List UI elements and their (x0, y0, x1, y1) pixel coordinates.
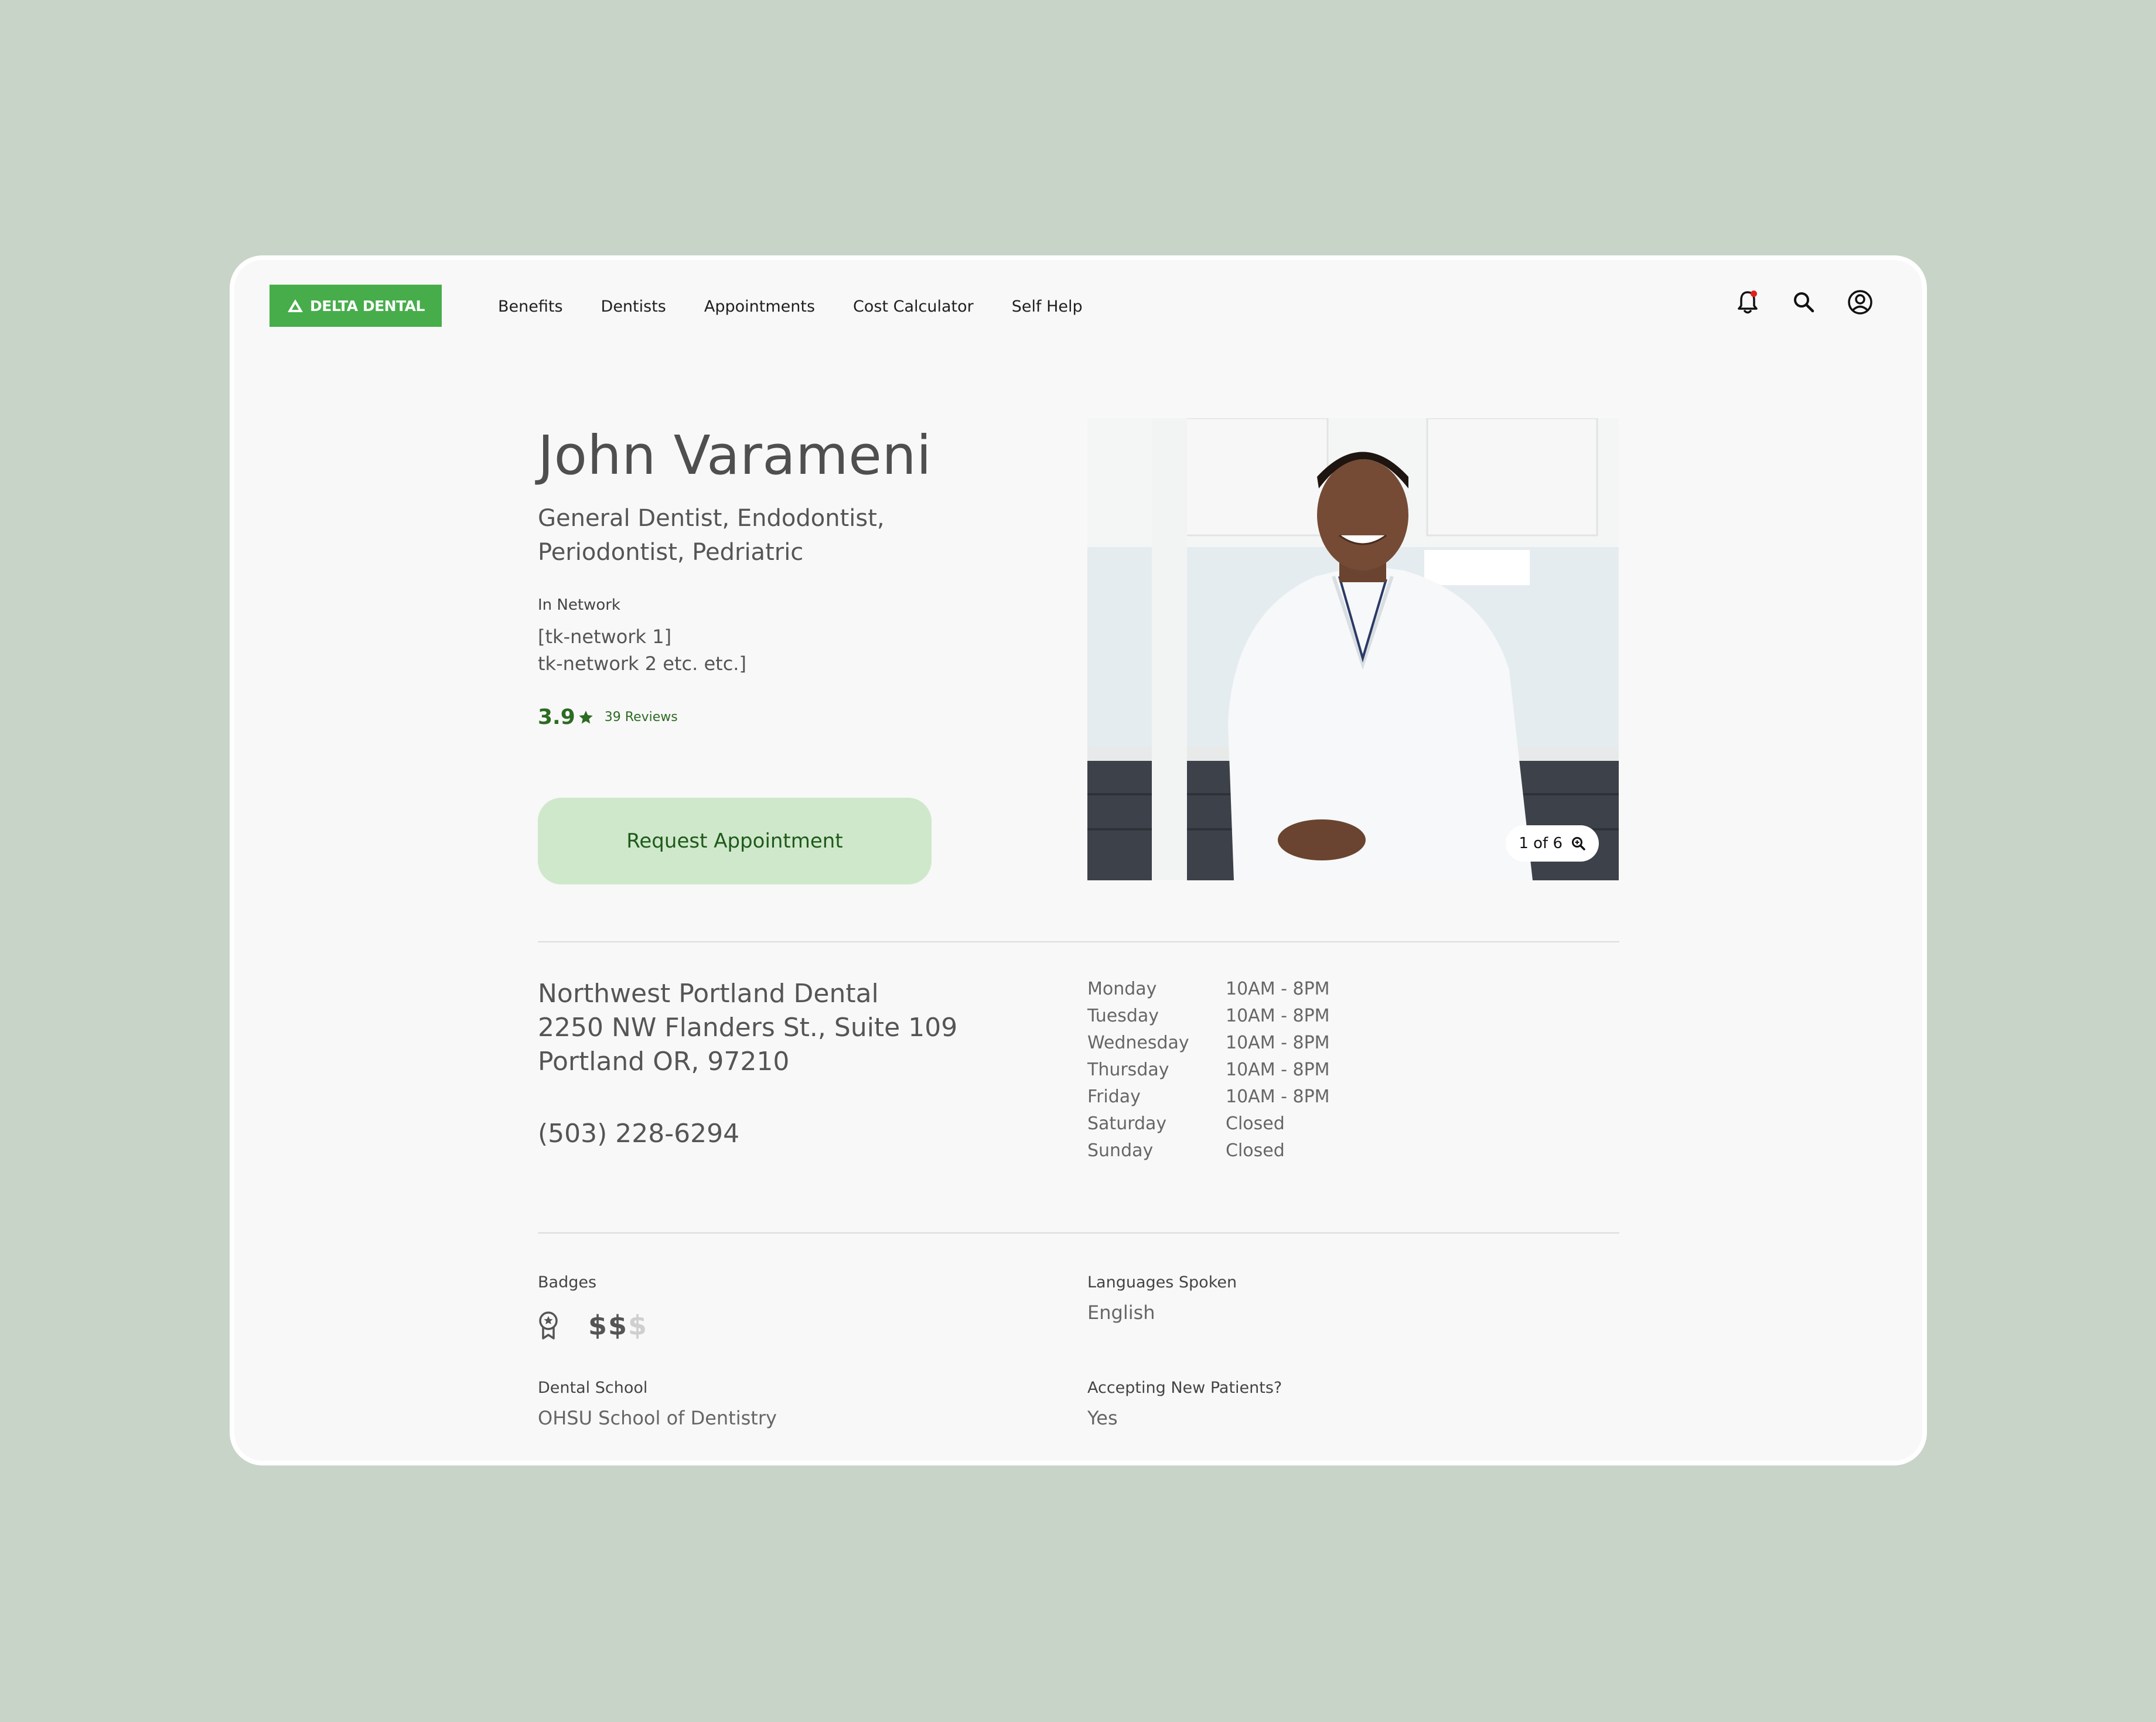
hours-time: Closed (1226, 1140, 1285, 1161)
hours-row: Friday 10AM - 8PM (1087, 1084, 1330, 1111)
hours-day: Sunday (1087, 1140, 1154, 1161)
photo-counter[interactable]: 1 of 6 (1506, 825, 1599, 862)
practice-address: Northwest Portland Dental 2250 NW Flande… (538, 977, 957, 1079)
practice-name: Northwest Portland Dental (538, 979, 879, 1009)
price-inactive: $ (628, 1310, 649, 1341)
delta-logo-icon (288, 299, 303, 312)
nav-benefits[interactable]: Benefits (498, 295, 563, 319)
dentist-name: John Varameni (538, 424, 932, 487)
dental-school-value: OHSU School of Dentistry (538, 1407, 777, 1429)
logo-text: DELTA DENTAL (310, 297, 425, 315)
hours-row: Sunday Closed (1087, 1137, 1330, 1164)
network-label: In Network (538, 596, 620, 614)
badges-label: Badges (538, 1273, 597, 1292)
bell-icon[interactable] (1731, 286, 1764, 319)
header-actions (1708, 286, 1877, 319)
hours-time: Closed (1226, 1113, 1285, 1134)
hours-day: Saturday (1087, 1113, 1167, 1134)
hours-day: Monday (1087, 979, 1157, 999)
photo-counter-text: 1 of 6 (1519, 835, 1563, 852)
hours-time: 10AM - 8PM (1226, 979, 1330, 999)
hours-row: Monday 10AM - 8PM (1087, 976, 1330, 1003)
request-appointment-button[interactable]: Request Appointment (538, 798, 932, 884)
hours-day: Wednesday (1087, 1033, 1189, 1053)
main-nav: Benefits Dentists Appointments Cost Calc… (498, 295, 1121, 319)
accepting-patients-value: Yes (1087, 1407, 1118, 1429)
dentist-photo-image (1087, 418, 1619, 880)
hours-time: 10AM - 8PM (1226, 1086, 1330, 1107)
badges: $$$ (538, 1310, 648, 1341)
account-icon[interactable] (1844, 286, 1877, 319)
address-city: Portland OR, 97210 (538, 1047, 790, 1077)
nav-cost-calculator[interactable]: Cost Calculator (853, 295, 974, 319)
rating-value: 3.9 (538, 705, 575, 729)
hours-row: Thursday 10AM - 8PM (1087, 1057, 1330, 1084)
nav-dentists[interactable]: Dentists (601, 295, 666, 319)
office-hours: Monday 10AM - 8PM Tuesday 10AM - 8PM Wedne… (1087, 976, 1330, 1164)
notification-dot (1751, 291, 1757, 297)
delta-dental-logo[interactable]: DELTA DENTAL (270, 285, 442, 327)
languages-value: English (1087, 1301, 1155, 1324)
nav-self-help[interactable]: Self Help (1012, 295, 1083, 319)
phone-number[interactable]: (503) 228-6294 (538, 1119, 739, 1149)
network-item: [tk-network 1] (538, 626, 672, 648)
dental-school-label: Dental School (538, 1379, 648, 1397)
award-badge-icon (539, 1311, 558, 1340)
dentist-photo[interactable]: 1 of 6 (1087, 418, 1619, 880)
section-divider (538, 941, 1619, 942)
hours-day: Thursday (1087, 1060, 1169, 1080)
rating: 3.9 39 Reviews (538, 705, 678, 729)
nav-appointments[interactable]: Appointments (704, 295, 815, 319)
hours-time: 10AM - 8PM (1226, 1060, 1330, 1080)
section-divider (538, 1232, 1619, 1234)
hours-row: Saturday Closed (1087, 1111, 1330, 1137)
price-level: $$$ (588, 1310, 648, 1341)
provider-card: DELTA DENTAL Benefits Dentists Appointme… (230, 255, 1927, 1465)
hours-time: 10AM - 8PM (1226, 1033, 1330, 1053)
languages-label: Languages Spoken (1087, 1273, 1237, 1292)
hours-day: Tuesday (1087, 1006, 1159, 1026)
search-icon[interactable] (1787, 286, 1820, 319)
hours-day: Friday (1087, 1086, 1141, 1107)
reviews-link[interactable]: 39 Reviews (605, 710, 678, 725)
zoom-icon (1572, 837, 1585, 850)
hours-row: Tuesday 10AM - 8PM (1087, 1003, 1330, 1030)
accepting-patients-label: Accepting New Patients? (1087, 1379, 1282, 1397)
address-street: 2250 NW Flanders St., Suite 109 (538, 1013, 958, 1043)
network-list: [tk-network 1] tk-network 2 etc. etc.] (538, 623, 746, 677)
hours-time: 10AM - 8PM (1226, 1006, 1330, 1026)
network-item: tk-network 2 etc. etc.] (538, 652, 746, 675)
dentist-specialties: General Dentist, Endodontist, Periodonti… (538, 505, 885, 566)
star-icon (579, 710, 593, 723)
price-active: $$ (588, 1310, 629, 1341)
hours-row: Wednesday 10AM - 8PM (1087, 1030, 1330, 1057)
